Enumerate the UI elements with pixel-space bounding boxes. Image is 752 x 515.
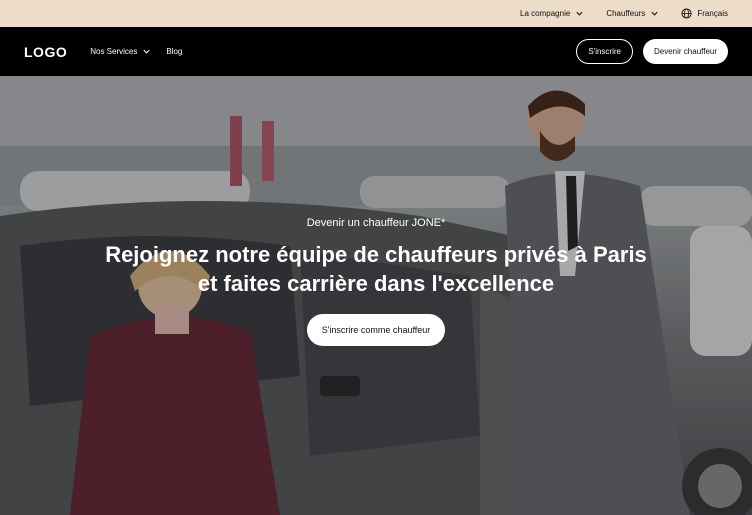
menu-la-compagnie[interactable]: La compagnie bbox=[520, 9, 584, 18]
signup-as-driver-button[interactable]: S'inscrire comme chauffeur bbox=[306, 314, 446, 346]
menu-la-compagnie-label: La compagnie bbox=[520, 9, 571, 18]
hero-content: Devenir un chauffeur JONE* Rejoignez not… bbox=[0, 217, 752, 346]
hero-eyebrow: Devenir un chauffeur JONE* bbox=[306, 217, 446, 229]
globe-icon bbox=[681, 8, 692, 19]
chevron-down-icon bbox=[651, 11, 658, 16]
main-navbar: LOGO Nos Services Blog S'inscrire Deveni… bbox=[0, 27, 752, 76]
become-driver-button[interactable]: Devenir chauffeur bbox=[643, 39, 728, 64]
menu-chauffeurs-label: Chauffeurs bbox=[606, 9, 646, 18]
language-selector[interactable]: Français bbox=[681, 8, 728, 19]
menu-chauffeurs[interactable]: Chauffeurs bbox=[606, 9, 659, 18]
hero-headline: Rejoignez notre équipe de chauffeurs pri… bbox=[105, 242, 647, 296]
chevron-down-icon bbox=[143, 49, 150, 54]
nav-blog[interactable]: Blog bbox=[166, 47, 182, 56]
nav-nos-services-label: Nos Services bbox=[90, 47, 138, 56]
hero-section: Devenir un chauffeur JONE* Rejoignez not… bbox=[0, 76, 752, 515]
language-label: Français bbox=[697, 9, 728, 18]
logo[interactable]: LOGO bbox=[24, 44, 67, 60]
chevron-down-icon bbox=[576, 11, 583, 16]
signup-button[interactable]: S'inscrire bbox=[576, 39, 633, 64]
top-utility-bar: La compagnie Chauffeurs Français bbox=[0, 0, 752, 27]
nav-actions: S'inscrire Devenir chauffeur bbox=[576, 39, 728, 64]
nav-nos-services[interactable]: Nos Services bbox=[90, 47, 151, 56]
nav-blog-label: Blog bbox=[166, 47, 183, 56]
